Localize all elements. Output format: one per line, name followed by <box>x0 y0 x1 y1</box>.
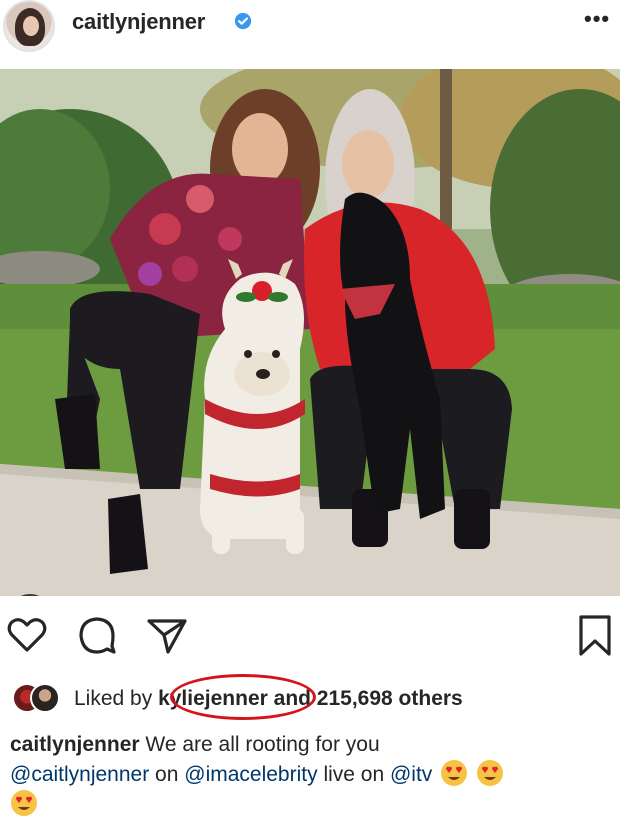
caption-mention[interactable]: @imacelebrity <box>184 763 317 786</box>
liker-username[interactable]: kyliejenner <box>158 687 268 710</box>
heart-eyes-emoji <box>11 790 37 816</box>
caption-mention[interactable]: @itv <box>390 763 432 786</box>
bookmark-icon <box>579 615 611 656</box>
liker-avatar[interactable] <box>30 683 60 713</box>
post-image <box>0 69 620 596</box>
likes-row: Liked by kyliejenner and 215,698 others <box>8 674 608 720</box>
likes-summary: Liked by kyliejenner and 215,698 others <box>74 687 463 711</box>
post-actions <box>0 612 620 662</box>
caption-mention[interactable]: @caitlynjenner <box>10 763 149 786</box>
heart-eyes-emoji <box>441 760 468 786</box>
post-photo[interactable] <box>0 69 620 596</box>
like-button[interactable] <box>4 612 50 658</box>
heart-eyes-emoji <box>477 760 503 786</box>
send-icon <box>147 619 187 654</box>
comment-icon <box>79 617 116 654</box>
caption-text: live on <box>317 763 390 786</box>
post-header: caitlynjenner ••• <box>0 0 620 52</box>
caption-text: We are all rooting for you <box>139 733 380 756</box>
post-username[interactable]: caitlynjenner <box>72 9 205 35</box>
caption-username[interactable]: caitlynjenner <box>10 733 140 756</box>
share-button[interactable] <box>144 612 190 658</box>
heart-icon <box>7 618 47 652</box>
likes-count[interactable]: and 215,698 others <box>274 687 463 710</box>
person-icon <box>8 594 52 596</box>
comment-button[interactable] <box>74 612 120 658</box>
profile-avatar[interactable] <box>3 0 55 52</box>
likes-prefix: Liked by <box>74 687 159 710</box>
save-button[interactable] <box>572 612 618 658</box>
more-options-button[interactable]: ••• <box>584 6 610 32</box>
avatar-face <box>23 16 39 36</box>
post-caption: caitlynjenner We are all rooting for you… <box>10 731 610 819</box>
verified-badge-icon <box>234 12 252 30</box>
caption-text: on <box>149 763 185 786</box>
tagged-users-button[interactable] <box>8 594 52 596</box>
